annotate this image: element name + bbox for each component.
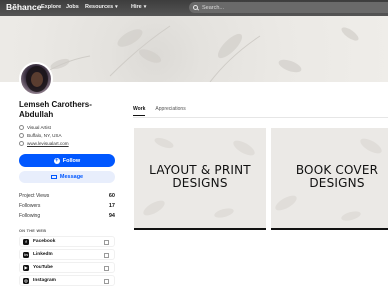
stat-following[interactable]: Following 94 <box>19 213 115 219</box>
social-label: Instagram <box>33 278 56 283</box>
facebook-icon: f <box>23 238 29 245</box>
stat-label: Project Views <box>19 193 50 199</box>
nav-hire-label: Hire <box>131 4 142 10</box>
occupation-row: Visual Artist <box>19 125 51 130</box>
avatar[interactable] <box>19 62 53 96</box>
nav-resources[interactable]: Resources ▾ <box>85 4 118 10</box>
message-button[interactable]: Message <box>19 171 115 183</box>
behance-logo[interactable]: Bēhance <box>6 2 41 12</box>
nav-resources-label: Resources <box>85 4 114 10</box>
top-navigation-bar: Bēhance Explore Jobs Resources ▾ Hire ▾ Se… <box>0 0 388 16</box>
project-card[interactable]: BOOK COVER DESIGNS <box>271 128 388 230</box>
location-text: Buffalo, NY, USA <box>27 133 62 138</box>
social-label: YouTube <box>33 265 53 270</box>
occupation-icon <box>19 125 24 130</box>
search-icon <box>193 5 198 10</box>
tab-appreciations[interactable]: Appreciations <box>155 106 185 116</box>
nav-hire[interactable]: Hire ▾ <box>131 4 146 10</box>
nav-jobs[interactable]: Jobs <box>66 4 79 10</box>
social-link-facebook[interactable]: f Facebook <box>19 236 115 247</box>
project-title: LAYOUT & PRINT DESIGNS <box>149 163 251 190</box>
nav-explore[interactable]: Explore <box>41 4 61 10</box>
external-link-icon <box>104 266 109 271</box>
external-link-icon <box>104 253 109 258</box>
link-icon <box>19 141 24 146</box>
profile-name: Lemseh Carothers-Abdullah <box>19 100 92 119</box>
stat-value: 17 <box>108 203 115 209</box>
location-row: Buffalo, NY, USA <box>19 133 62 138</box>
external-link-icon <box>104 240 109 245</box>
on-the-web-heading: ON THE WEB <box>19 229 47 233</box>
website-link[interactable]: www.levisualart.com <box>27 141 69 146</box>
occupation-text: Visual Artist <box>27 125 51 130</box>
social-link-instagram[interactable]: ◎ Instagram <box>19 275 115 286</box>
instagram-icon: ◎ <box>23 277 29 284</box>
plus-icon: + <box>53 157 60 164</box>
envelope-icon <box>50 175 57 179</box>
chevron-down-icon: ▾ <box>115 4 118 10</box>
stat-label: Following <box>19 213 41 219</box>
search-input[interactable]: Search... <box>189 2 388 13</box>
project-title: BOOK COVER DESIGNS <box>295 163 379 190</box>
profile-tabs: Work Appreciations <box>133 106 196 116</box>
follow-button[interactable]: + Follow <box>19 154 115 167</box>
avatar-face <box>31 72 43 87</box>
stat-value: 94 <box>108 213 115 219</box>
message-label: Message <box>59 174 84 180</box>
youtube-icon: ▶ <box>23 264 29 271</box>
stat-label: Followers <box>19 203 41 209</box>
external-link-icon <box>104 279 109 284</box>
stat-followers[interactable]: Followers 17 <box>19 203 115 209</box>
chevron-down-icon: ▾ <box>143 4 147 10</box>
tab-work[interactable]: Work <box>133 106 146 116</box>
search-placeholder: Search... <box>202 4 225 11</box>
follow-label: Follow <box>62 157 81 164</box>
social-link-linkedin[interactable]: in LinkedIn <box>19 249 115 260</box>
social-link-youtube[interactable]: ▶ YouTube <box>19 262 115 273</box>
tab-divider <box>133 117 388 118</box>
social-label: LinkedIn <box>33 252 53 257</box>
linkedin-icon: in <box>23 251 29 258</box>
stat-value: 60 <box>108 193 115 199</box>
website-row: www.levisualart.com <box>19 141 69 146</box>
project-card[interactable]: LAYOUT & PRINT DESIGNS <box>134 128 266 230</box>
botanical-pattern <box>29 25 359 82</box>
profile-banner <box>0 16 388 82</box>
location-pin-icon <box>19 133 24 138</box>
social-label: Facebook <box>33 239 56 244</box>
stat-project-views: Project Views 60 <box>19 193 115 199</box>
